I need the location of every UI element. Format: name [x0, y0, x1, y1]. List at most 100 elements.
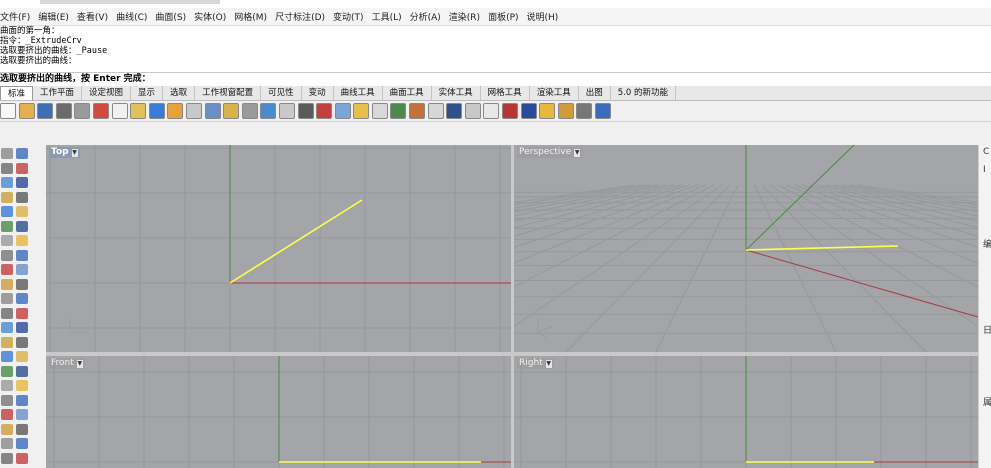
toolbar-tab[interactable]: 显示 [131, 86, 164, 100]
left-tool-icon[interactable] [16, 220, 28, 232]
left-tool-icon[interactable] [16, 249, 28, 261]
left-tool-icon[interactable] [1, 278, 13, 290]
toolbar-button-icon[interactable] [297, 103, 314, 119]
left-tool-icon[interactable] [16, 307, 28, 319]
left-tool-icon[interactable] [16, 177, 28, 188]
toolbar-button-icon[interactable] [371, 103, 388, 119]
left-tool-icon[interactable] [1, 249, 13, 261]
viewport-front[interactable]: Front ▼ [46, 356, 511, 468]
left-tool-icon[interactable] [16, 409, 28, 420]
toolbar-button-icon[interactable] [446, 103, 463, 119]
left-tool-icon[interactable] [16, 322, 28, 333]
left-tool-icon[interactable] [1, 438, 13, 449]
left-tool-icon[interactable] [1, 452, 13, 464]
viewport-top[interactable]: Top ▼ [46, 145, 511, 352]
left-tool-icon[interactable] [16, 293, 28, 304]
left-tool-icon[interactable] [1, 264, 13, 275]
toolbar-button-icon[interactable] [241, 103, 258, 119]
toolbar-button-icon[interactable] [111, 103, 128, 119]
toolbar-button-icon[interactable] [18, 103, 35, 119]
menu-item[interactable]: 工具(L) [372, 10, 406, 23]
toolbar-button-icon[interactable] [55, 103, 72, 119]
left-tool-icon[interactable] [1, 380, 13, 391]
menu-item[interactable]: 编辑(E) [38, 10, 73, 23]
menu-item[interactable]: 变动(T) [333, 10, 368, 23]
toolbar-button-icon[interactable] [223, 103, 240, 119]
left-tool-icon[interactable] [1, 191, 13, 203]
dropdown-arrow-icon[interactable]: ▼ [71, 149, 78, 157]
toolbar-tab[interactable]: 设定视图 [82, 86, 132, 100]
toolbar-button-icon[interactable] [185, 103, 202, 119]
left-tool-icon[interactable] [16, 423, 28, 435]
toolbar-button-icon[interactable] [595, 103, 611, 119]
toolbar-button-icon[interactable] [167, 103, 184, 119]
left-tool-icon[interactable] [1, 336, 13, 348]
toolbar-tab[interactable]: 工作视窗配置 [195, 86, 262, 100]
left-tool-icon[interactable] [1, 423, 13, 435]
toolbar-button-icon[interactable] [576, 103, 593, 119]
menu-item[interactable]: 文件(F) [0, 10, 34, 23]
toolbar-button-icon[interactable] [37, 103, 54, 119]
left-tool-icon[interactable] [16, 452, 28, 464]
menu-item[interactable]: 网格(M) [234, 10, 271, 23]
left-tool-icon[interactable] [16, 235, 28, 246]
toolbar-button-icon[interactable] [427, 103, 444, 119]
toolbar-button-icon[interactable] [539, 103, 556, 119]
toolbar-tab[interactable]: 实体工具 [432, 86, 481, 100]
left-tool-icon[interactable] [1, 206, 13, 217]
toolbar-button-icon[interactable] [130, 103, 147, 119]
left-tool-icon[interactable] [1, 293, 13, 304]
toolbar-tab[interactable]: 工作平面 [33, 86, 83, 100]
toolbar-button-icon[interactable] [204, 103, 221, 119]
toolbar-button-icon[interactable] [353, 103, 370, 119]
toolbar-button-icon[interactable] [390, 103, 407, 119]
menu-item[interactable]: 曲面(S) [155, 10, 190, 23]
left-tool-icon[interactable] [1, 177, 13, 188]
left-tool-icon[interactable] [16, 278, 28, 290]
toolbar-button-icon[interactable] [148, 103, 165, 119]
menu-item[interactable]: 曲线(C) [116, 10, 151, 23]
left-tool-icon[interactable] [16, 438, 28, 449]
right-panel-tab[interactable]: 日 [983, 323, 991, 336]
toolbar-button-icon[interactable] [92, 103, 109, 119]
toolbar-button-icon[interactable] [0, 103, 16, 119]
right-panel-tab[interactable]: C [983, 147, 989, 157]
toolbar-button-icon[interactable] [278, 103, 295, 119]
menu-item[interactable]: 查看(V) [77, 10, 112, 23]
left-tool-icon[interactable] [16, 394, 28, 406]
right-panel-tab[interactable]: 属 [983, 395, 991, 408]
dropdown-arrow-icon[interactable]: ▼ [545, 360, 552, 368]
left-tool-icon[interactable] [1, 394, 13, 406]
left-tool-icon[interactable] [1, 162, 13, 174]
toolbar-tab[interactable]: 渲染工具 [530, 86, 579, 100]
viewport-right-label[interactable]: Right ▼ [517, 358, 554, 369]
left-tool-icon[interactable] [1, 235, 13, 246]
toolbar-button-icon[interactable] [74, 103, 91, 119]
dropdown-arrow-icon[interactable]: ▼ [574, 149, 581, 157]
viewport-perspective[interactable]: Perspective ▼ [514, 145, 978, 352]
toolbar-tab[interactable]: 5.0 的新功能 [611, 86, 676, 100]
toolbar-button-icon[interactable] [464, 103, 481, 119]
toolbar-button-icon[interactable] [409, 103, 426, 119]
menu-item[interactable]: 渲染(R) [449, 10, 484, 23]
viewport-front-label[interactable]: Front ▼ [49, 358, 85, 369]
right-panel-tab[interactable]: I [983, 165, 986, 175]
viewport-right[interactable]: Right ▼ [514, 356, 978, 468]
toolbar-tab[interactable]: 出图 [579, 86, 611, 100]
left-tool-icon[interactable] [16, 336, 28, 348]
left-tool-icon[interactable] [16, 351, 28, 362]
left-tool-icon[interactable] [1, 351, 13, 362]
viewport-top-label[interactable]: Top ▼ [49, 147, 80, 158]
left-tool-icon[interactable] [1, 148, 13, 159]
left-tool-icon[interactable] [16, 162, 28, 174]
toolbar-tab[interactable]: 选取 [163, 86, 196, 100]
left-tool-icon[interactable] [1, 365, 13, 377]
toolbar-button-icon[interactable] [334, 103, 351, 119]
menu-item[interactable]: 实体(O) [194, 10, 230, 23]
dropdown-arrow-icon[interactable]: ▼ [76, 360, 83, 368]
menu-item[interactable]: 面板(P) [488, 10, 522, 23]
left-tool-icon[interactable] [1, 307, 13, 319]
viewport-perspective-label[interactable]: Perspective ▼ [517, 147, 583, 158]
left-tool-icon[interactable] [16, 148, 28, 159]
right-panel-tab[interactable]: 编 [983, 237, 991, 250]
